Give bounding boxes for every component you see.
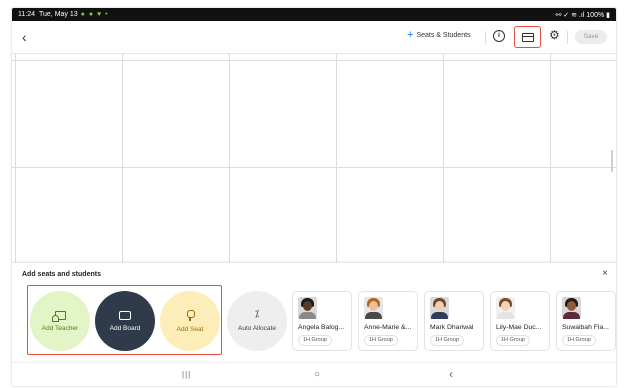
info-icon[interactable]: i (493, 30, 505, 42)
add-seats-panel: Add seats and students × Add Teacher Add… (12, 262, 616, 362)
android-nav-bar: ||| ○ ‹ (12, 362, 616, 386)
app-window: 11:24 Tue, May 13 ● ● ♥ • ⚯ ✓ ≋ .ıl 100%… (12, 8, 616, 386)
student-name: Anne-Marie &... (364, 324, 412, 331)
seating-grid-canvas[interactable] (12, 54, 616, 262)
canvas-scrollbar[interactable] (611, 150, 613, 172)
highlight-box (27, 285, 222, 355)
student-card[interactable]: Suwaibah Fla... 1H Group (556, 291, 616, 351)
auto-allocate-label: Auto Allocate (238, 325, 276, 332)
seats-and-students-label: Seats & Students (416, 32, 471, 39)
back-arrow-icon[interactable]: ‹ (22, 29, 27, 45)
student-avatar (364, 297, 383, 319)
status-bar: 11:24 Tue, May 13 ● ● ♥ • ⚯ ✓ ≋ .ıl 100%… (12, 8, 616, 21)
student-name: Suwaibah Fla... (562, 324, 609, 331)
student-card[interactable]: Mark Dhariwal 1H Group (424, 291, 484, 351)
board-icon (521, 32, 534, 42)
student-name: Angela Balog... (298, 324, 345, 331)
student-avatar (298, 297, 317, 319)
panel-title: Add seats and students (22, 271, 101, 278)
student-card[interactable]: Lily-Mae Duc... 1H Group (490, 291, 550, 351)
save-button[interactable]: Save (575, 30, 607, 44)
student-name: Lily-Mae Duc... (496, 324, 542, 331)
close-icon[interactable]: × (602, 268, 608, 279)
toolbar-divider (485, 31, 486, 44)
status-date: Tue, May 13 (39, 11, 78, 18)
student-avatar (496, 297, 515, 319)
recents-icon[interactable]: ||| (182, 370, 191, 379)
student-group-badge: 1H Group (298, 335, 332, 346)
seats-and-students-button[interactable]: + Seats & Students (407, 30, 471, 41)
student-group-badge: 1H Group (430, 335, 464, 346)
system-status-icons: ⚯ ✓ ≋ .ıl 100% ▮ (555, 11, 610, 19)
student-avatar (562, 297, 581, 319)
student-card[interactable]: Anne-Marie &... 1H Group (358, 291, 418, 351)
top-toolbar: ‹ + Seats & Students i ⚙ Save (12, 21, 616, 54)
board-view-button[interactable] (514, 26, 541, 48)
nav-back-icon[interactable]: ‹ (449, 367, 453, 381)
auto-allocate-button[interactable]: ⁒ Auto Allocate (227, 291, 287, 351)
status-time: 11:24 (18, 11, 35, 18)
student-avatar (430, 297, 449, 319)
magic-wand-icon: ⁒ (254, 309, 260, 320)
notification-icons: ● ● ♥ • (80, 11, 109, 18)
toolbar-divider (567, 31, 568, 44)
student-group-badge: 1H Group (562, 335, 596, 346)
student-card[interactable]: Angela Balog... 1H Group (292, 291, 352, 351)
plus-icon: + (407, 29, 414, 41)
home-icon[interactable]: ○ (314, 369, 320, 380)
student-group-badge: 1H Group (364, 335, 398, 346)
student-name: Mark Dhariwal (430, 324, 474, 331)
student-group-badge: 1H Group (496, 335, 530, 346)
gear-icon[interactable]: ⚙ (549, 28, 560, 42)
